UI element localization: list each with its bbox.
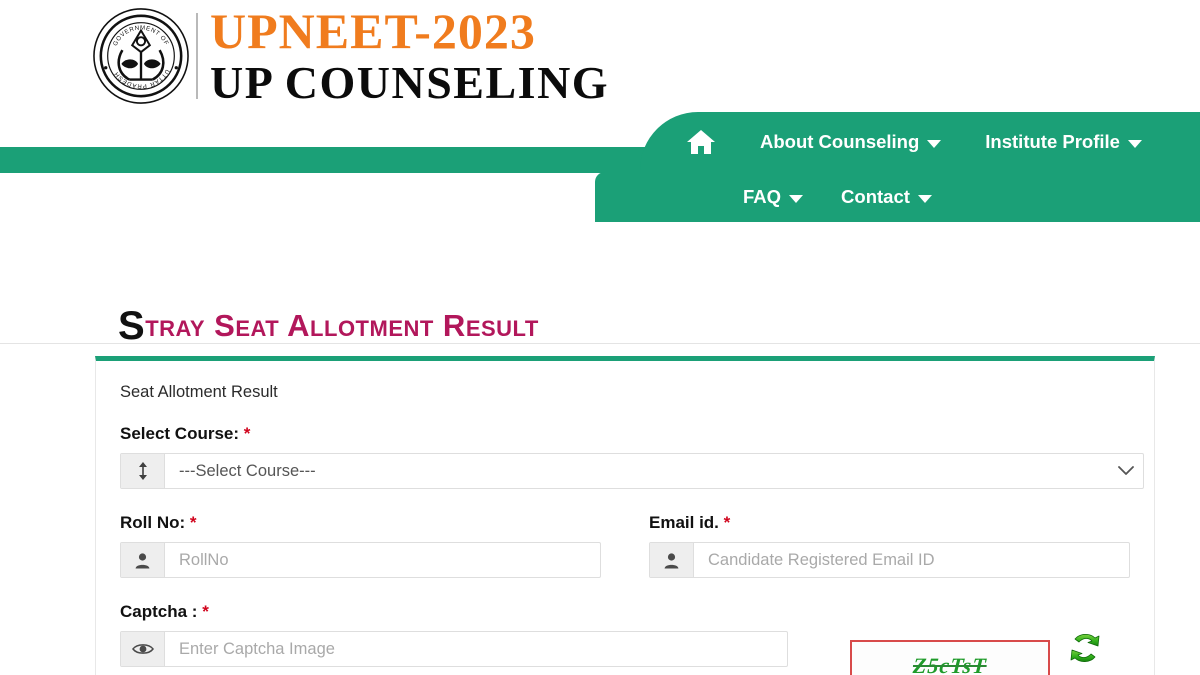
updown-arrow-icon [121,454,165,488]
brand-title-primary: UPNEET-2023 [210,3,536,59]
field-email: Email id. * [649,513,1130,578]
nav-item-institute-profile[interactable]: Institute Profile [985,131,1142,153]
field-captcha: Captcha : * Enter Captcha Image Z5cTsT [120,602,1130,675]
form-subtitle: Seat Allotment Result [120,383,278,401]
refresh-icon[interactable] [1066,629,1104,667]
field-select-course: Select Course: * ---Select Course--- [120,424,1144,489]
nav-label-about-counseling: About Counseling [760,131,920,152]
required-asterisk: * [243,424,251,443]
required-asterisk: * [189,513,197,532]
label-select-course-text: Select Course: [120,424,240,443]
label-select-course: Select Course: * [120,424,1130,444]
nav-item-faq[interactable]: FAQ [743,186,804,208]
eye-icon [121,632,165,666]
chevron-down-icon [789,194,804,203]
brand-text: UPNEET-2023 UP COUNSELING [210,6,609,106]
captcha-image: Z5cTsT [850,640,1050,675]
nav-item-about-counseling[interactable]: About Counseling [760,131,942,153]
roll-no-input[interactable] [165,543,600,577]
chevron-down-icon [1127,139,1142,148]
chevron-down-icon[interactable] [1109,466,1143,476]
brand-block: GOVERNMENT OF UTTAR PRADESH UPNEET-2023 … [92,6,609,106]
user-icon [121,543,165,577]
brand-divider [196,13,198,99]
email-input[interactable] [694,543,1129,577]
nav-label-contact: Contact [841,186,910,207]
site-header: GOVERNMENT OF UTTAR PRADESH UPNEET-2023 … [0,0,1200,112]
captcha-control[interactable] [120,631,788,667]
page-title-rest: tray Seat Allotment Result [145,307,539,343]
captcha-input[interactable] [165,632,787,666]
label-captcha: Captcha : * [120,602,1130,622]
uttar-pradesh-emblem-icon: GOVERNMENT OF UTTAR PRADESH [92,7,190,105]
nav-label-institute-profile: Institute Profile [985,131,1120,152]
captcha-row: Z5cTsT [120,631,1130,675]
nav-label-faq: FAQ [743,186,782,207]
chevron-down-icon [917,194,932,203]
seat-allotment-form-panel: Seat Allotment Result Select Course: * -… [95,356,1155,675]
field-roll-no: Roll No: * [120,513,601,578]
nav-item-home[interactable] [686,129,716,155]
required-asterisk: * [202,602,209,621]
label-captcha-text: Captcha : [120,602,198,621]
email-control[interactable] [649,542,1130,578]
label-email-text: Email id. [649,513,719,532]
select-course-control[interactable]: ---Select Course--- [120,453,1144,489]
required-asterisk: * [723,513,731,532]
label-email: Email id. * [649,513,1130,533]
label-roll-no-text: Roll No: [120,513,186,532]
user-icon [650,543,694,577]
page-title-initial: S [118,303,146,348]
secondary-nav-row: FAQ Contact [595,172,1200,222]
chevron-down-icon [927,139,942,148]
brand-title-secondary: UP COUNSELING [210,57,610,108]
captcha-image-text: Z5cTsT [912,653,988,675]
home-icon [686,129,716,155]
captcha-input-wrap [120,631,788,667]
primary-nav-row: About Counseling Institute Profile [640,112,1200,172]
roll-no-control[interactable] [120,542,601,578]
select-course-value: ---Select Course--- [179,461,316,480]
nav-item-contact[interactable]: Contact [841,186,932,208]
label-roll-no: Roll No: * [120,513,601,533]
row-rollno-email: Roll No: * RollNo Email id. * Candidate … [120,513,1130,578]
page-root: GOVERNMENT OF UTTAR PRADESH UPNEET-2023 … [0,0,1200,675]
title-divider [0,343,1200,344]
